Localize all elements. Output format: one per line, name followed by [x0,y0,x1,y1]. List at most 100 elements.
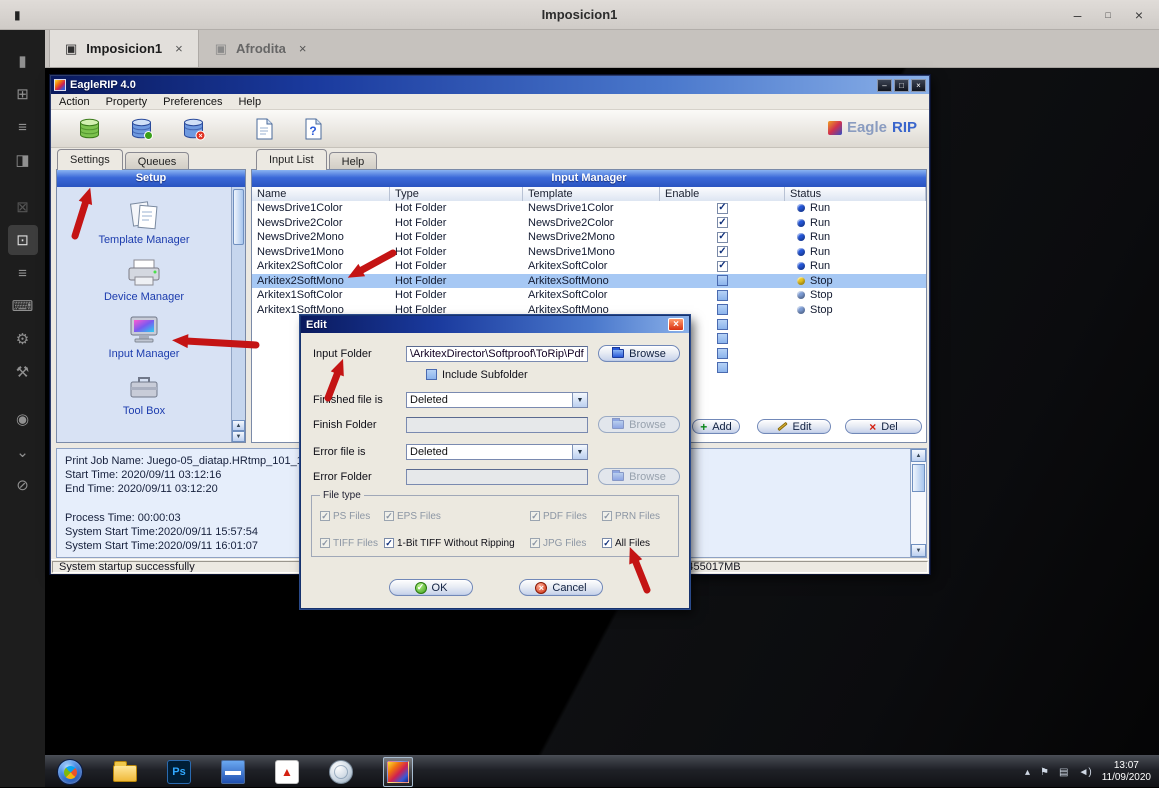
column-header-status[interactable]: Status [785,187,926,201]
eaglerip-taskbar-button[interactable] [383,757,413,787]
table-row[interactable]: NewsDrive2ColorHot FolderNewsDrive2Color… [252,216,926,231]
display-icon[interactable]: ▤ [1059,767,1068,778]
scrollbar-thumb[interactable] [233,189,244,245]
filetype-1-bit-tiff-without-ripping[interactable]: ✓1-Bit TIFF Without Ripping [384,538,530,549]
ok-button[interactable]: ✓ OK [389,579,473,596]
setup-scrollbar[interactable]: ▲ ▼ [231,187,245,442]
setup-item-input-manager[interactable]: Input Manager [57,309,231,366]
photoshop-icon[interactable]: Ps [167,760,191,784]
disconnect-icon[interactable]: ⊘ [8,470,38,500]
eaglerip-close-button[interactable]: × [911,79,926,92]
cancel-button[interactable]: × Cancel [519,579,603,596]
tab-imposicion1[interactable]: ▣Imposicion1× [49,30,199,67]
tab-help[interactable]: Help [329,152,378,170]
scrollbar-thumb[interactable] [912,464,925,492]
include-subfolder-checkbox[interactable] [426,369,437,380]
side-panel-icon[interactable]: ◨ [8,145,38,175]
enable-checkbox[interactable]: ✓ [717,261,728,272]
enable-checkbox[interactable]: ✓ [717,246,728,257]
setup-item-device-manager[interactable]: Device Manager [57,252,231,309]
fullscreen-icon[interactable]: ⊞ [8,79,38,109]
input-folder-browse-button[interactable]: Browse [598,345,680,362]
menu-help[interactable]: Help [238,96,261,108]
dynamic-resolution-icon[interactable]: ⊠ [8,192,38,222]
eaglerip-maximize-button[interactable]: □ [894,79,909,92]
table-row[interactable]: Arkitex2SoftMonoHot FolderArkitexSoftMon… [252,274,926,289]
database-blue-icon[interactable] [129,117,154,141]
show-hidden-icons[interactable]: ▴ [1025,767,1030,778]
close-button[interactable]: × [1135,7,1143,23]
preferences-icon[interactable]: ⚙ [8,324,38,354]
minimize-button[interactable]: – [1074,7,1082,23]
setup-item-template-manager[interactable]: Template Manager [57,195,231,252]
database-delete-icon[interactable]: × [181,117,206,141]
table-row[interactable]: Arkitex1SoftColorHot FolderArkitexSoftCo… [252,288,926,303]
enable-checkbox[interactable] [717,333,728,344]
menu-action[interactable]: Action [59,96,90,108]
enable-checkbox[interactable] [717,290,728,301]
volume-icon[interactable]: ◄) [1078,767,1091,778]
eaglerip-minimize-button[interactable]: – [877,79,892,92]
enable-checkbox[interactable] [717,348,728,359]
enable-checkbox[interactable] [717,362,728,373]
collapse-toolbar-icon[interactable]: ⌄ [8,437,38,467]
pdf-reader-icon[interactable]: ▲ [275,760,299,784]
column-header-template[interactable]: Template [523,187,660,201]
tab-queues[interactable]: Queues [125,152,190,170]
scroll-up-button[interactable]: ▲ [232,420,245,431]
edit-button[interactable]: Edit [757,419,831,434]
tab-afrodita[interactable]: ▣Afrodita× [199,30,323,67]
help-icon[interactable]: ? [302,117,324,141]
error-file-select[interactable]: Deleted ▼ [406,444,588,460]
enable-checkbox[interactable] [717,304,728,315]
browser-icon[interactable] [329,760,353,784]
delete-button[interactable]: × Del [845,419,922,434]
enable-checkbox[interactable]: ✓ [717,232,728,243]
eaglerip-titlebar[interactable]: EagleRIP 4.0 – □ × [51,76,929,94]
finished-file-select[interactable]: Deleted ▼ [406,392,588,408]
keyboard-icon[interactable]: ⌨ [8,291,38,321]
column-header-name[interactable]: Name [252,187,390,201]
enable-checkbox[interactable] [717,319,728,330]
enable-checkbox[interactable]: ✓ [717,203,728,214]
app-menu-icon[interactable]: ▮ [8,46,38,76]
shell-titlebar[interactable]: ▮ Imposicion1 – □ × [0,0,1159,30]
log-scrollbar[interactable]: ▲ ▼ [910,449,926,557]
start-button[interactable] [57,759,83,785]
chevron-down-icon[interactable]: ▼ [572,393,587,407]
scroll-down-button[interactable]: ▼ [911,544,926,557]
scroll-up-button[interactable]: ▲ [911,449,926,462]
explorer-icon[interactable] [113,765,137,782]
setup-item-tool-box[interactable]: Tool Box [57,366,231,423]
dialog-close-button[interactable]: × [668,318,684,331]
chevron-down-icon[interactable]: ▼ [572,445,587,459]
enable-checkbox[interactable] [717,275,728,286]
edit-dialog-titlebar[interactable]: Edit × [301,316,689,333]
document-icon[interactable] [253,117,275,141]
table-row[interactable]: NewsDrive1MonoHot FolderNewsDrive1Mono✓R… [252,245,926,260]
column-header-type[interactable]: Type [390,187,523,201]
imposition-app-icon[interactable] [221,760,245,784]
table-row[interactable]: NewsDrive1ColorHot FolderNewsDrive1Color… [252,201,926,216]
scroll-down-button[interactable]: ▼ [232,431,245,442]
table-row[interactable]: NewsDrive2MonoHot FolderNewsDrive2Mono✓R… [252,230,926,245]
tab-close-button[interactable]: × [175,41,183,56]
screenshot-icon[interactable]: ◉ [8,404,38,434]
action-center-icon[interactable]: ⚑ [1040,767,1049,778]
tab-settings[interactable]: Settings [57,149,123,170]
add-button[interactable]: + Add [692,419,740,434]
maximize-button[interactable]: □ [1105,10,1110,20]
tab-close-button[interactable]: × [299,41,307,56]
filetype-all-files[interactable]: ✓All Files [602,538,675,549]
table-row[interactable]: Arkitex2SoftColorHot FolderArkitexSoftCo… [252,259,926,274]
database-green-icon[interactable] [77,117,102,141]
enable-checkbox[interactable]: ✓ [717,217,728,228]
grab-input-icon[interactable]: ≡ [8,258,38,288]
column-header-enable[interactable]: Enable [660,187,785,201]
menu-property[interactable]: Property [106,96,148,108]
clock[interactable]: 13:07 11/09/2020 [1102,760,1151,784]
menu-preferences[interactable]: Preferences [163,96,222,108]
menu-icon[interactable]: ≡ [8,112,38,142]
input-folder-field[interactable] [406,346,588,362]
tab-input-list[interactable]: Input List [256,149,327,170]
